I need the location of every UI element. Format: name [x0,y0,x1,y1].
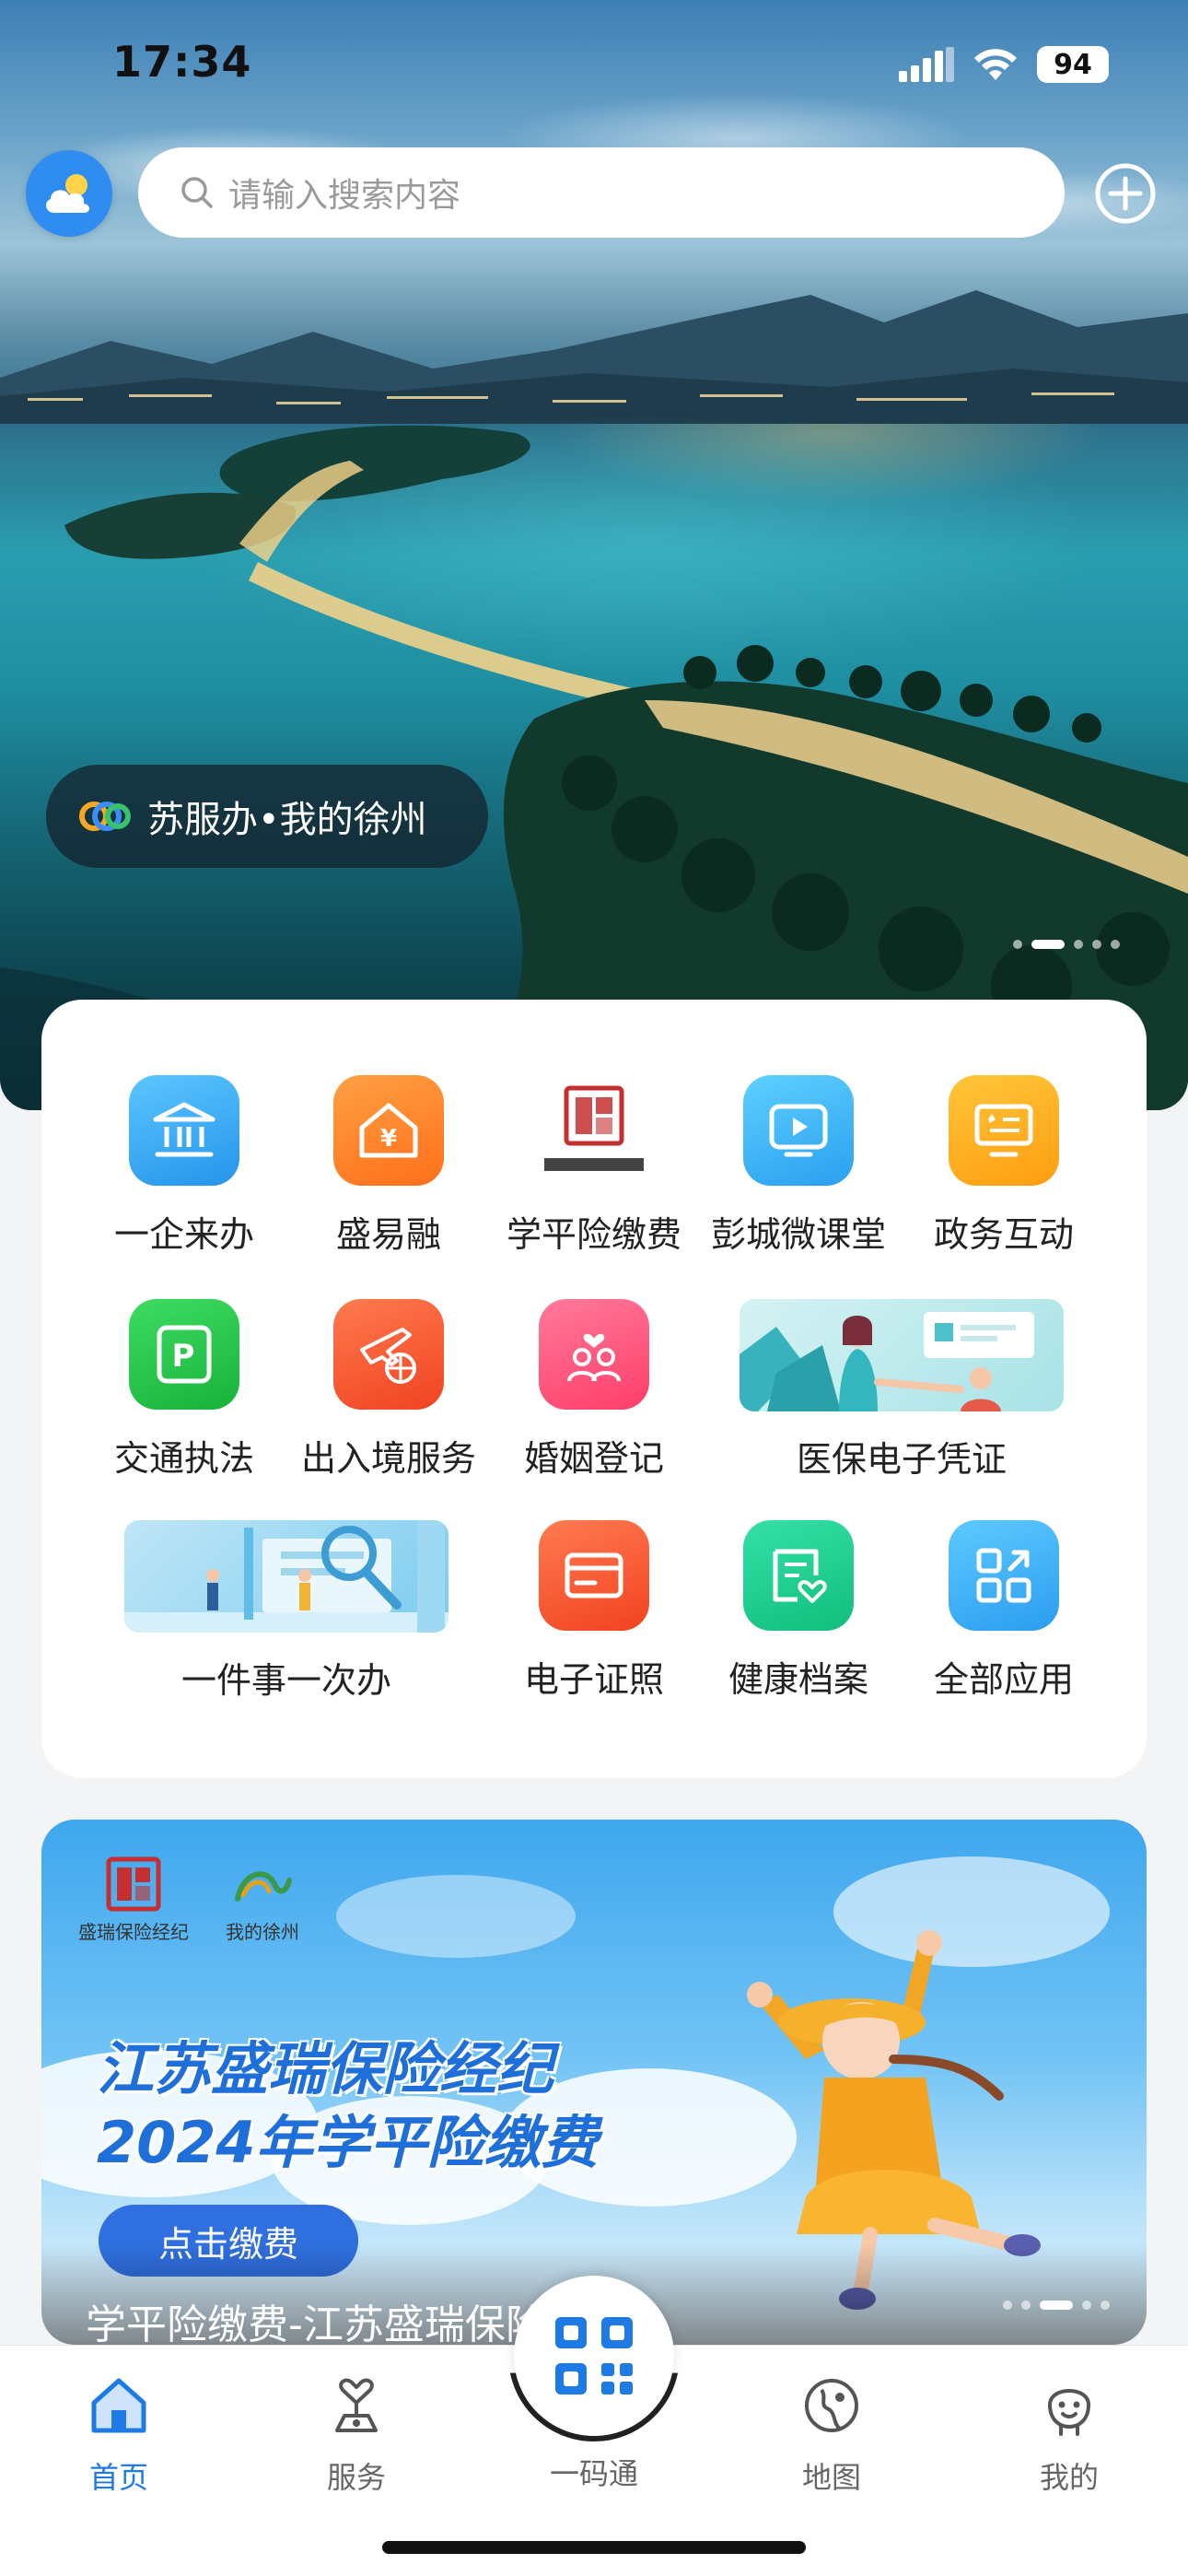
parking-icon: P [129,1299,239,1410]
wodexuzhou-logo: 我的徐州 [226,1862,299,1944]
service-label[interactable]: 医保电子凭证 [740,1431,1064,1481]
service-jiankang[interactable]: 健康档案 [697,1520,900,1702]
weather-button[interactable] [26,150,112,237]
service-pengcheng[interactable]: 彭城微课堂 [697,1075,900,1257]
service-churujing[interactable]: 出入境服务 [287,1299,490,1481]
status-time: 17:34 [112,37,252,87]
tab-home[interactable]: 首页 [36,2373,202,2497]
service-xuepingxian[interactable]: 学平险缴费 [493,1075,695,1257]
tab-label: 首页 [88,2460,148,2495]
shengrui-logo: 盛瑞保险经纪 [78,1856,189,1944]
service-label: 交通执法 [113,1438,254,1479]
service-shengyirong[interactable]: ¥ 盛易融 [287,1075,490,1257]
service-all-apps[interactable]: 全部应用 [903,1520,1105,1702]
home-icon [91,2378,146,2433]
house-yen-icon: ¥ [333,1075,444,1186]
service-label: 盛易融 [335,1214,441,1255]
carousel-dot-active [1031,940,1065,949]
service-hunyin[interactable]: 婚姻登记 [493,1299,695,1481]
status-icons: 94 [899,46,1109,83]
map-icon [805,2379,858,2432]
service-label: 出入境服务 [300,1438,476,1479]
services-grid: 一企来办 ¥ 盛易融 学平险缴费 彭城微课堂 政务互动 P 交通执法 出入境服务… [41,1000,1147,1778]
plane-globe-icon [333,1299,444,1410]
service-zhengwu[interactable]: 政务互动 [903,1075,1105,1257]
qr-code-button[interactable] [514,2276,674,2436]
video-play-icon [743,1075,854,1186]
shengrui-logo [539,1075,649,1186]
logo-caption: 我的徐州 [226,1921,299,1943]
weather-cloud-icon [46,174,89,213]
wifi-icon [974,49,1017,80]
carousel-dot [1101,2301,1110,2310]
carousel-dot [1013,940,1022,949]
qr-code-icon [555,2317,633,2395]
monitor-exchange-icon [949,1075,1059,1186]
carousel-dot-active [1040,2301,1073,2310]
tab-profile[interactable]: 我的 [986,2373,1152,2497]
search-placeholder: 请输入搜索内容 [228,177,461,215]
svg-text:¥: ¥ [380,1125,397,1153]
tab-label: 地图 [801,2460,861,2495]
bank-icon [129,1075,239,1186]
brand-badge[interactable]: 苏服办•我的徐州 [46,765,488,868]
service-label: 婚姻登记 [523,1438,664,1479]
carousel-dot [1082,2301,1091,2310]
search-icon [181,177,213,208]
search-input[interactable]: 请输入搜索内容 [138,147,1065,238]
svg-text:P: P [172,1338,195,1375]
add-icon[interactable] [1094,162,1157,225]
hero-carousel-indicator [1013,940,1120,949]
service-label: 学平险缴费 [506,1214,681,1255]
home-indicator [382,2541,806,2554]
service-label: 健康档案 [728,1659,868,1700]
medical-illustration[interactable] [740,1299,1064,1411]
grid-apps-icon [949,1520,1059,1631]
cloud [336,1875,576,1958]
service-yiqilaiban[interactable]: 一企来办 [83,1075,285,1257]
service-label: 政务互动 [933,1214,1074,1255]
tab-label: 服务 [326,2460,386,2495]
battery-indicator: 94 [1037,46,1109,83]
promo-logos: 盛瑞保险经纪 我的徐州 [78,1856,299,1944]
logo-caption: 盛瑞保险经纪 [78,1921,189,1943]
promo-title-line2: 2024年学平险缴费 [97,2109,599,2176]
service-label: 一企来办 [113,1214,254,1255]
promo-carousel-indicator [1003,2301,1110,2310]
carousel-dot [1111,940,1120,949]
couple-heart-icon [539,1299,649,1410]
service-label: 彭城微课堂 [710,1214,886,1255]
carousel-dot [1074,940,1083,949]
signal-icon [899,47,954,82]
sufuban-logo-icon [79,802,131,831]
tab-service[interactable]: 服务 [274,2373,439,2497]
health-record-icon [743,1520,854,1631]
tab-label: 我的 [1039,2460,1099,2495]
service-dianzizhengzhao[interactable]: 电子证照 [493,1520,695,1702]
service-icon [335,2378,378,2432]
promo-title-line1: 江苏盛瑞保险经纪 [97,2035,554,2102]
carousel-dot [1092,940,1101,949]
service-label: 全部应用 [933,1659,1074,1700]
profile-icon [1047,2389,1091,2436]
carousel-dot [1021,2301,1031,2310]
tab-map[interactable]: 地图 [749,2373,914,2497]
card-icon [539,1520,649,1631]
brand-text: 苏服办•我的徐州 [147,799,427,841]
service-label[interactable]: 一件事一次办 [124,1652,448,1703]
service-jiaotong[interactable]: P 交通执法 [83,1299,285,1481]
promo-banner[interactable]: 盛瑞保险经纪 我的徐州 江苏盛瑞保险经纪 2024年学平险缴费 点击缴费 学平险… [41,1820,1147,2345]
carousel-dot [1003,2301,1012,2310]
service-label: 电子证照 [523,1659,664,1700]
tab-label: 一码通 [549,2456,638,2491]
search-illustration[interactable] [124,1520,448,1633]
status-bar: 17:34 94 [0,0,1188,129]
